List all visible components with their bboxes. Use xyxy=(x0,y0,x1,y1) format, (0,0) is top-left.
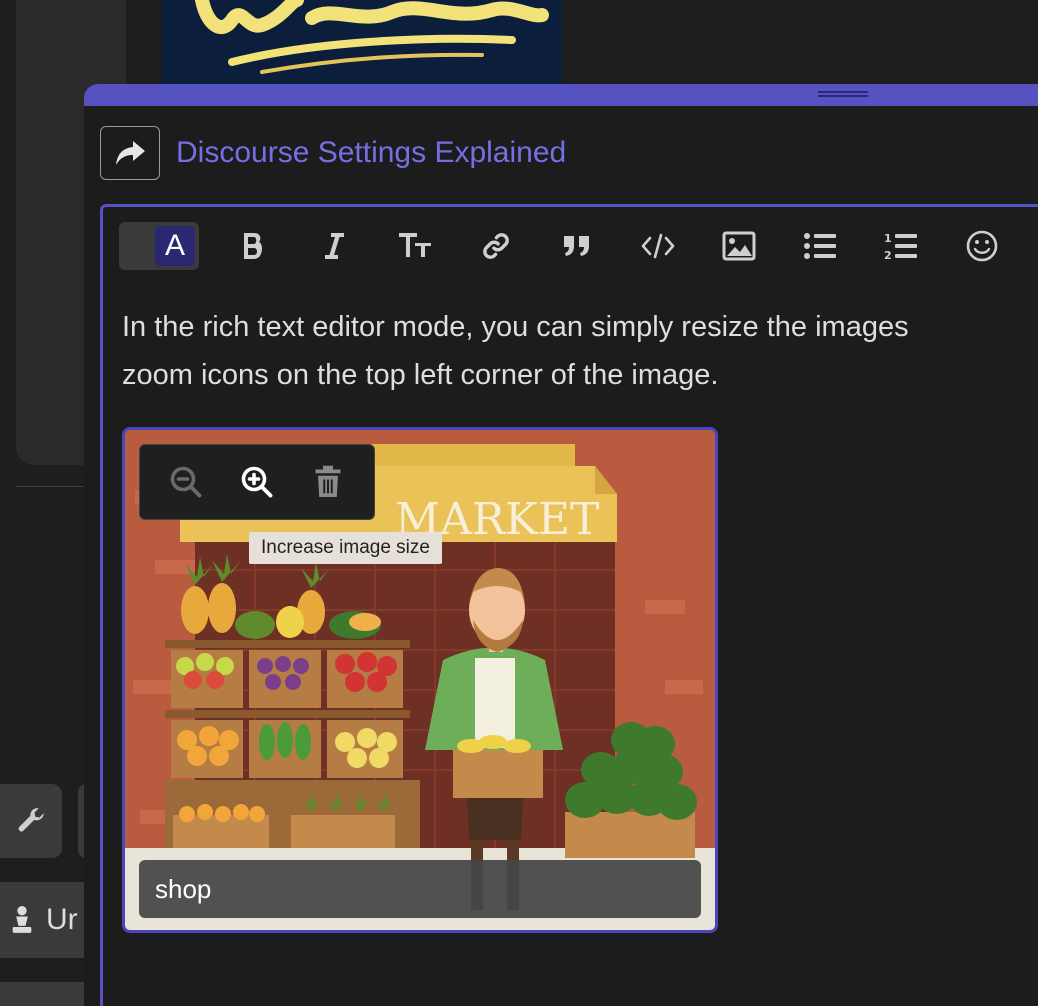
zoom-out-icon xyxy=(170,466,202,498)
chess-pawn-icon xyxy=(12,906,32,933)
image-alt-text-input[interactable]: shop xyxy=(139,860,701,918)
editor-text-line: In the rich text editor mode, you can si… xyxy=(122,311,909,343)
editor-body-text[interactable]: In the rich text editor mode, you can si… xyxy=(122,303,1038,399)
link-button[interactable] xyxy=(472,222,520,270)
bullet-list-icon xyxy=(804,233,836,259)
quote-icon xyxy=(564,236,589,256)
grip-icon xyxy=(818,91,868,97)
bullet-list-button[interactable] xyxy=(796,222,844,270)
zoom-in-tooltip: Increase image size xyxy=(249,532,442,564)
composer: Discourse Settings Explained A 1 2 In th… xyxy=(84,84,1038,1006)
topic-title-link[interactable]: Discourse Settings Explained xyxy=(176,136,566,170)
delete-image-button[interactable] xyxy=(303,457,353,507)
italic-icon xyxy=(325,233,344,259)
bold-button[interactable] xyxy=(229,222,277,270)
app-root: Ur Discourse Settings Explained A 1 2 In… xyxy=(0,0,1038,1006)
italic-button[interactable] xyxy=(310,222,358,270)
wrench-icon xyxy=(18,808,44,832)
quote-button[interactable] xyxy=(553,222,601,270)
editor-toolbar: A 1 2 xyxy=(119,221,1038,271)
link-icon xyxy=(483,233,509,259)
numbered-list-button[interactable]: 1 2 xyxy=(877,222,925,270)
emoji-icon xyxy=(966,230,998,262)
admin-wrench-button[interactable] xyxy=(0,784,62,858)
code-icon xyxy=(641,233,675,259)
editor-text-line: zoom icons on the top left corner of the… xyxy=(122,359,719,391)
emoji-button[interactable] xyxy=(958,222,1006,270)
bold-icon xyxy=(244,233,262,259)
sidebar-item-unread[interactable]: Ur xyxy=(0,882,86,958)
editor-mode-toggle[interactable]: A xyxy=(119,222,199,270)
sidebar-divider xyxy=(16,486,84,487)
rich-text-mode-knob: A xyxy=(155,226,195,266)
composer-resize-grip[interactable] xyxy=(84,84,1038,106)
heading-icon xyxy=(399,233,431,257)
svg-text:1: 1 xyxy=(884,232,892,245)
sidebar-item-stub[interactable] xyxy=(0,982,86,1006)
svg-text:2: 2 xyxy=(884,249,892,262)
trash-icon xyxy=(315,465,341,497)
heading-button[interactable] xyxy=(391,222,439,270)
composer-header: Discourse Settings Explained xyxy=(100,126,566,180)
zoom-out-button[interactable] xyxy=(161,457,211,507)
reply-action-button[interactable] xyxy=(100,126,160,180)
zoom-in-icon xyxy=(241,466,273,498)
numbered-list-icon: 1 2 xyxy=(884,232,917,262)
share-arrow-icon xyxy=(116,141,145,165)
rich-text-editor[interactable]: A 1 2 In the rich text editor mode, you … xyxy=(100,204,1038,1006)
selected-image-node[interactable]: MARKET Increase image size shop xyxy=(122,427,718,933)
welcome-banner-image xyxy=(162,0,562,90)
image-resize-controls xyxy=(139,444,375,520)
code-button[interactable] xyxy=(634,222,682,270)
sidebar-item-label: Ur xyxy=(46,903,78,936)
zoom-in-button[interactable] xyxy=(232,457,282,507)
image-icon xyxy=(722,231,756,261)
image-button[interactable] xyxy=(715,222,763,270)
